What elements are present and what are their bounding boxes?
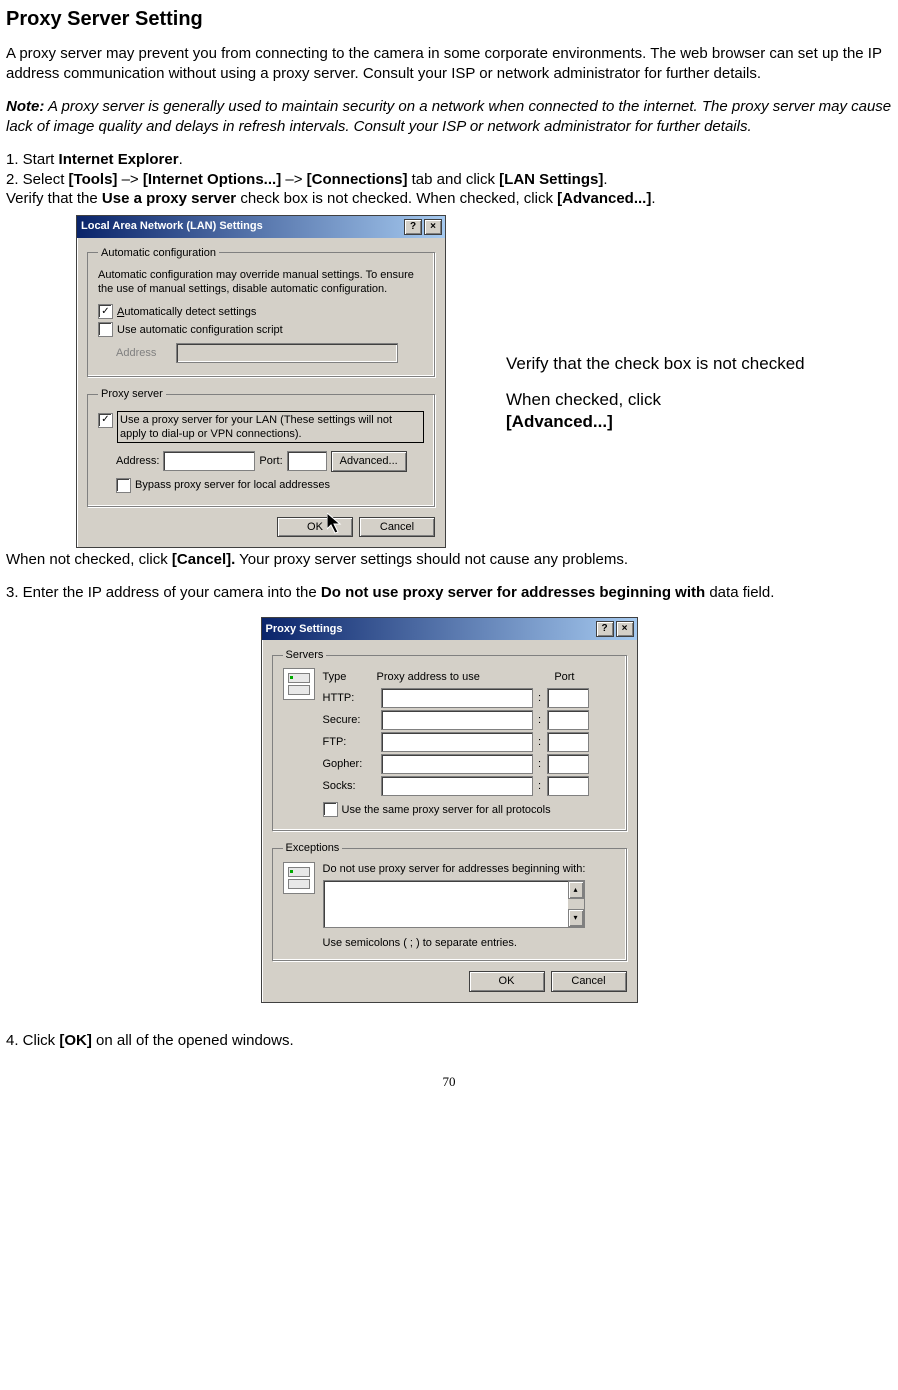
- exceptions-label: Do not use proxy server for addresses be…: [323, 862, 616, 876]
- lan-title: Local Area Network (LAN) Settings: [81, 219, 263, 233]
- proxy-address-label: Address:: [116, 454, 159, 468]
- col-address: Proxy address to use: [377, 670, 531, 684]
- socks-address-input[interactable]: [381, 776, 533, 796]
- advanced-button[interactable]: Advanced...: [331, 451, 407, 471]
- proxy-address-input[interactable]: [163, 451, 255, 471]
- proxy-titlebar: Proxy Settings ? ×: [262, 618, 637, 640]
- proxy-port-label: Port:: [259, 454, 282, 468]
- auto-script-label: Use automatic configuration script: [117, 323, 283, 337]
- auto-script-checkbox[interactable]: [98, 322, 113, 337]
- close-icon[interactable]: ×: [424, 219, 442, 235]
- servers-icon: [283, 668, 315, 700]
- ok-button[interactable]: OK: [469, 971, 545, 991]
- use-proxy-checkbox[interactable]: ✓: [98, 413, 113, 428]
- proxy-server-legend: Proxy server: [98, 387, 166, 401]
- close-icon[interactable]: ×: [616, 621, 634, 637]
- lan-titlebar: Local Area Network (LAN) Settings ? ×: [77, 216, 445, 238]
- note-body: A proxy server is generally used to main…: [6, 98, 891, 135]
- script-address-input: [176, 343, 398, 363]
- page-title: Proxy Server Setting: [6, 6, 892, 32]
- auto-detect-checkbox[interactable]: ✓: [98, 304, 113, 319]
- lan-settings-dialog: Local Area Network (LAN) Settings ? × Au…: [76, 215, 446, 548]
- annotation-line-1: Verify that the check box is not checked: [506, 353, 805, 375]
- http-address-input[interactable]: [381, 688, 533, 708]
- intro-paragraph: A proxy server may prevent you from conn…: [6, 44, 892, 83]
- note-label: Note:: [6, 98, 44, 115]
- same-proxy-checkbox[interactable]: [323, 802, 338, 817]
- proxy-server-group: Proxy server ✓ Use a proxy server for yo…: [87, 387, 435, 506]
- http-label: HTTP:: [323, 691, 377, 705]
- script-address-label: Address: [116, 346, 172, 360]
- http-port-input[interactable]: [547, 688, 589, 708]
- exceptions-group: Exceptions Do not use proxy server for a…: [272, 841, 627, 961]
- col-port: Port: [531, 670, 575, 684]
- servers-group: Servers Type Proxy address to use Port H…: [272, 648, 627, 832]
- secure-address-input[interactable]: [381, 710, 533, 730]
- auto-config-group: Automatic configuration Automatic config…: [87, 246, 435, 378]
- proxy-settings-dialog: Proxy Settings ? × Servers Type Proxy ad…: [261, 617, 638, 1003]
- exceptions-icon: [283, 862, 315, 894]
- step-4: 4. Click [OK] on all of the opened windo…: [6, 1031, 892, 1051]
- gopher-address-input[interactable]: [381, 754, 533, 774]
- secure-port-input[interactable]: [547, 710, 589, 730]
- bypass-local-label: Bypass proxy server for local addresses: [135, 478, 330, 492]
- secure-label: Secure:: [323, 713, 377, 727]
- exceptions-legend: Exceptions: [283, 841, 343, 855]
- proxy-title: Proxy Settings: [266, 622, 343, 636]
- socks-port-input[interactable]: [547, 776, 589, 796]
- instruction-steps: 1. Start Internet Explorer. 2. Select [T…: [6, 150, 892, 209]
- after-figure-1: When not checked, click [Cancel]. Your p…: [6, 550, 892, 570]
- auto-config-legend: Automatic configuration: [98, 246, 219, 260]
- bypass-local-checkbox[interactable]: [116, 478, 131, 493]
- cancel-button[interactable]: Cancel: [359, 517, 435, 537]
- scroll-down-icon[interactable]: ▾: [568, 909, 584, 927]
- ftp-port-input[interactable]: [547, 732, 589, 752]
- scrollbar[interactable]: ▴ ▾: [568, 881, 584, 927]
- socks-label: Socks:: [323, 779, 377, 793]
- note-paragraph: Note: A proxy server is generally used t…: [6, 97, 892, 136]
- auto-config-hint: Automatic configuration may override man…: [98, 268, 424, 297]
- gopher-label: Gopher:: [323, 757, 377, 771]
- ftp-label: FTP:: [323, 735, 377, 749]
- page-number: 70: [6, 1074, 892, 1091]
- help-icon[interactable]: ?: [404, 219, 422, 235]
- ftp-address-input[interactable]: [381, 732, 533, 752]
- exceptions-textarea[interactable]: ▴ ▾: [323, 880, 585, 928]
- annotation-line-2: When checked, click [Advanced...]: [506, 389, 805, 433]
- scroll-up-icon[interactable]: ▴: [568, 881, 584, 899]
- cancel-button[interactable]: Cancel: [551, 971, 627, 991]
- auto-detect-label: Automatically detect settings: [117, 305, 256, 319]
- step-3: 3. Enter the IP address of your camera i…: [6, 583, 892, 603]
- proxy-port-input[interactable]: [287, 451, 327, 471]
- gopher-port-input[interactable]: [547, 754, 589, 774]
- servers-legend: Servers: [283, 648, 327, 662]
- cursor-arrow-icon: [327, 513, 353, 539]
- same-proxy-label: Use the same proxy server for all protoc…: [342, 803, 551, 817]
- help-icon[interactable]: ?: [596, 621, 614, 637]
- use-proxy-label: Use a proxy server for your LAN (These s…: [117, 411, 424, 444]
- exceptions-hint: Use semicolons ( ; ) to separate entries…: [323, 936, 616, 950]
- figure-annotation: Verify that the check box is not checked…: [506, 353, 805, 447]
- col-type: Type: [323, 670, 377, 684]
